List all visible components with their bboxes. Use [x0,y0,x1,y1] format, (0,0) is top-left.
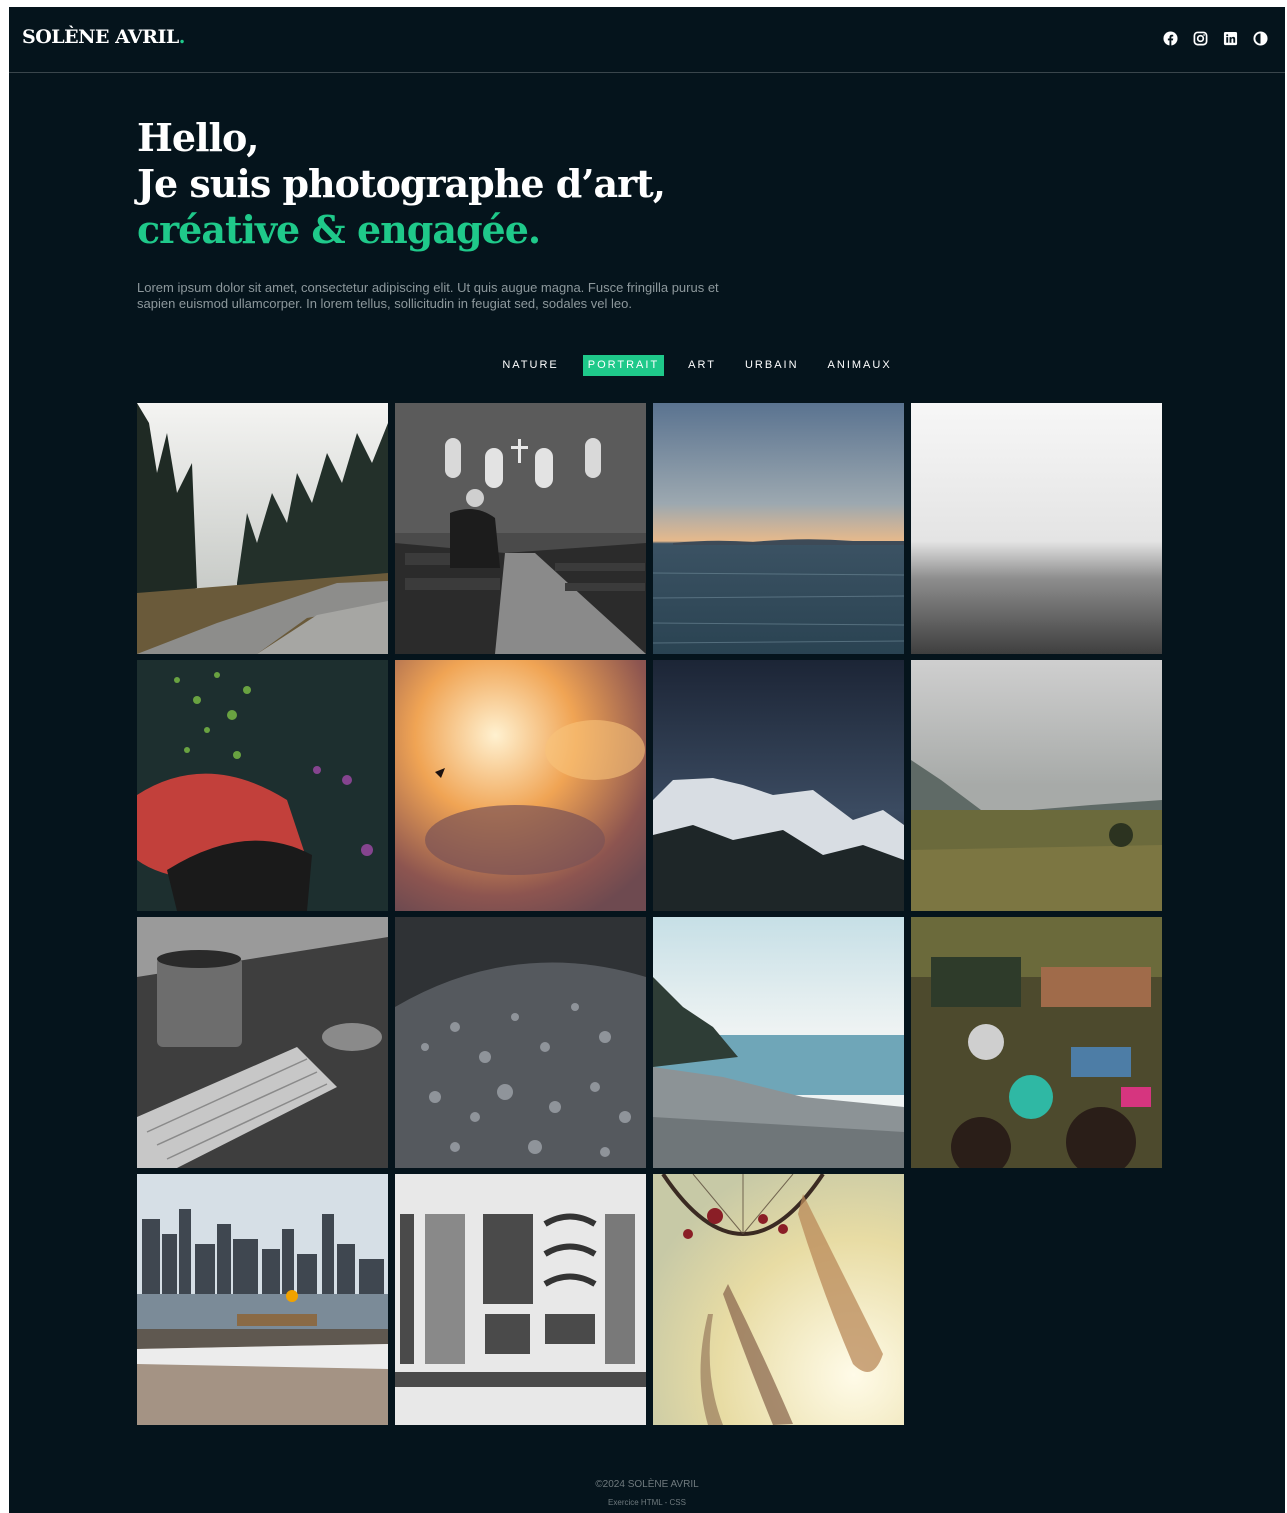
instagram-icon[interactable] [1193,31,1208,46]
hero-line-2: Je suis photographe d’art, [137,161,666,206]
photo-gallery [137,403,1162,1425]
keyboard-mug-photo[interactable] [137,917,388,1168]
foggy-sea-photo[interactable] [911,403,1162,654]
valley-field-photo[interactable] [911,660,1162,911]
forest-road-photo[interactable] [137,403,388,654]
red-umbrella-photo[interactable] [137,660,388,911]
dreamcatcher-photo[interactable] [653,1174,904,1425]
page: SOLÈNE AVRIL. Hello, Je suis photographe… [9,7,1285,1513]
bird-clouds-photo[interactable] [395,660,646,911]
filter-art[interactable]: ART [683,355,721,376]
hero-line-1: Hello, [137,115,260,160]
church-interior-photo[interactable] [395,403,646,654]
hero-lead: Lorem ipsum dolor sit amet, consectetur … [137,280,719,311]
theme-toggle-icon[interactable] [1253,31,1268,46]
linkedin-icon[interactable] [1223,31,1238,46]
brand-dot: . [178,26,186,48]
sea-sunset-photo[interactable] [653,403,904,654]
hero: Hello, Je suis photographe d’art, créati… [137,115,777,253]
filter-portrait[interactable]: PORTRAIT [582,355,665,376]
copyright: ©2024 SOLÈNE AVRIL [595,1479,699,1490]
water-drops-photo[interactable] [395,917,646,1168]
top-bar: SOLÈNE AVRIL. [9,7,1285,73]
filter-animaux[interactable]: ANIMAUX [823,355,897,376]
floating-market-photo[interactable] [911,917,1162,1168]
filter-nature[interactable]: NATURE [497,355,563,376]
mountains-night-photo[interactable] [653,660,904,911]
category-filters: NATURE PORTRAIT ART URBAIN ANIMAUX [9,355,1285,376]
facebook-icon[interactable] [1163,31,1178,46]
filter-urbain[interactable]: URBAIN [740,355,804,376]
footer-subtitle: Exercice HTML - CSS [608,1498,686,1507]
hero-line-3: créative & engagée. [137,207,541,252]
social-links [1163,31,1268,46]
typewriter-parts-photo[interactable] [395,1174,646,1425]
hero-heading: Hello, Je suis photographe d’art, créati… [137,115,777,253]
brand-name: SOLÈNE AVRIL [22,26,179,48]
beach-shore-photo[interactable] [653,917,904,1168]
brand-logo[interactable]: SOLÈNE AVRIL. [22,26,185,48]
city-skyline-photo[interactable] [137,1174,388,1425]
footer: ©2024 SOLÈNE AVRIL Exercice HTML - CSS [9,1479,1285,1507]
